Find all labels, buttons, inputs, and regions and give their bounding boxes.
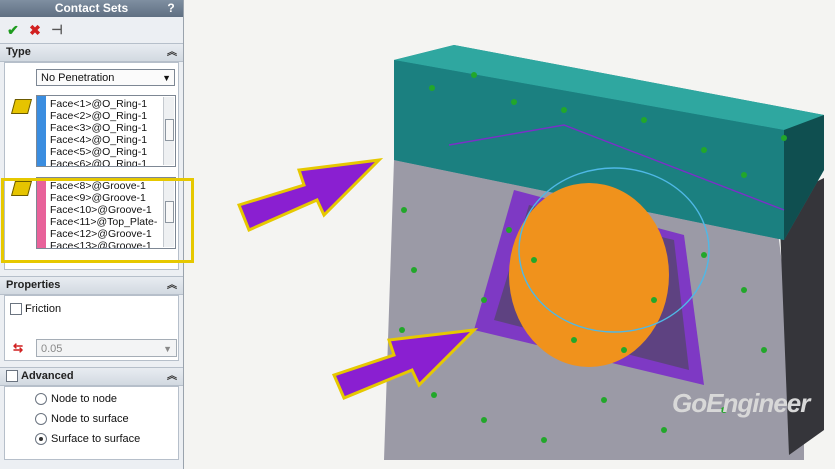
collapse-icon[interactable]: ︽ xyxy=(167,368,177,385)
type-section-label: Type xyxy=(6,46,31,58)
friction-coefficient-icon: ⇆ xyxy=(13,341,24,355)
friction-checkbox-row[interactable]: Friction xyxy=(10,303,62,316)
option-label: Node to surface xyxy=(51,413,129,425)
chevron-down-icon[interactable]: ▼ xyxy=(163,340,172,358)
chevron-down-icon: ▼ xyxy=(162,73,171,83)
collapse-icon[interactable]: ︽ xyxy=(167,277,177,294)
friction-value: 0.05 xyxy=(41,343,63,355)
properties-section-body: Friction ⇆ 0.05 ▼ xyxy=(4,295,179,361)
friction-label: Friction xyxy=(25,303,62,315)
graphics-viewport[interactable]: GoEngineer xyxy=(184,0,835,469)
face-list-item[interactable]: Face<4>@O_Ring-1 xyxy=(50,134,163,146)
set1-color-stripe xyxy=(37,96,46,166)
face-list-item[interactable]: Face<6>@O_Ring-1 xyxy=(50,158,163,166)
panel-titlebar: Contact Sets ? xyxy=(0,0,183,17)
radio-button[interactable] xyxy=(35,413,47,426)
advanced-section-label: Advanced xyxy=(21,370,74,382)
type-section-header[interactable]: Type ︽ xyxy=(0,43,183,62)
property-manager-panel: Contact Sets ? ✔ ✖ ⊣ Type ︽ No Penetrati… xyxy=(0,0,194,469)
face-list-item[interactable]: Face<3>@O_Ring-1 xyxy=(50,122,163,134)
advanced-section-header[interactable]: Advanced ︽ xyxy=(0,367,183,386)
set1-scrollbar[interactable] xyxy=(163,97,174,165)
radio-node-to-surface[interactable]: Node to surface xyxy=(35,413,129,426)
friction-checkbox[interactable] xyxy=(10,303,22,316)
advanced-checkbox[interactable] xyxy=(6,370,18,383)
friction-value-field[interactable]: 0.05 ▼ xyxy=(36,339,177,357)
option-label: Node to node xyxy=(51,393,118,405)
contact-type-value: No Penetration xyxy=(41,72,115,84)
scroll-thumb[interactable] xyxy=(165,119,174,141)
selection-highlight-box xyxy=(1,178,194,263)
panel-toolbar: ✔ ✖ ⊣ xyxy=(0,17,183,43)
ok-button[interactable]: ✔ xyxy=(6,22,20,38)
watermark-text: GoEngineer xyxy=(672,388,810,418)
contact-type-dropdown[interactable]: No Penetration ▼ xyxy=(36,69,175,86)
option-label: Surface to surface xyxy=(51,433,141,445)
cancel-button[interactable]: ✖ xyxy=(28,22,42,38)
panel-title: Contact Sets xyxy=(54,1,129,15)
face-list-item[interactable]: Face<1>@O_Ring-1 xyxy=(50,98,163,110)
advanced-section-body: Node to node Node to surface Surface to … xyxy=(4,386,179,460)
radio-button-selected[interactable] xyxy=(35,433,47,446)
face-set1-icon xyxy=(10,99,33,114)
help-icon[interactable]: ? xyxy=(164,0,178,15)
properties-section-label: Properties xyxy=(6,279,61,291)
radio-node-to-node[interactable]: Node to node xyxy=(35,393,118,406)
face-list-item[interactable]: Face<5>@O_Ring-1 xyxy=(50,146,163,158)
properties-section-header[interactable]: Properties ︽ xyxy=(0,276,183,295)
arrow-top xyxy=(237,157,384,232)
pushpin-icon[interactable]: ⊣ xyxy=(50,22,64,37)
radio-surface-to-surface[interactable]: Surface to surface xyxy=(35,433,141,446)
radio-button[interactable] xyxy=(35,393,47,406)
o-ring-section xyxy=(509,183,669,367)
set1-face-list[interactable]: Face<1>@O_Ring-1 Face<2>@O_Ring-1 Face<3>@… xyxy=(36,95,176,167)
collapse-icon[interactable]: ︽ xyxy=(167,44,177,61)
face-list-item[interactable]: Face<2>@O_Ring-1 xyxy=(50,110,163,122)
